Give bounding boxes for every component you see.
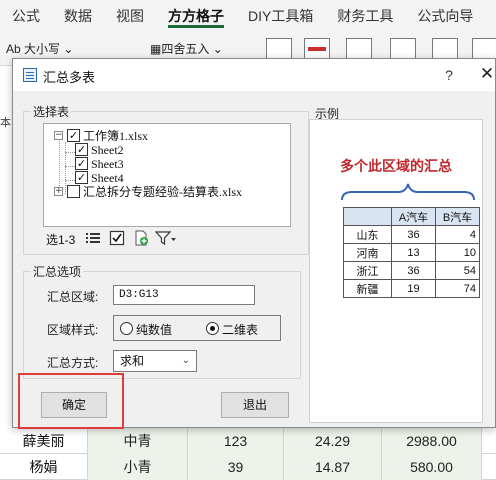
- table-cell[interactable]: 580.00: [382, 454, 482, 480]
- tree-item-sheet4[interactable]: Sheet4: [91, 171, 124, 185]
- checkbox-sheet2[interactable]: ✓: [75, 143, 88, 156]
- table-cell: 19: [391, 279, 436, 298]
- table-row: A汽车 B汽车: [343, 207, 480, 226]
- tree-connector: [65, 152, 75, 153]
- tree-item-sheet3[interactable]: Sheet3: [91, 157, 124, 171]
- round-button[interactable]: ▦四舍五入 ⌄: [150, 40, 223, 57]
- table-row: 杨娟 小青 39 14.87 580.00: [0, 454, 496, 480]
- table-row: 山东 36 4: [343, 225, 480, 244]
- table-cell: 新疆: [343, 279, 392, 298]
- tree-connector: [65, 142, 66, 194]
- table-cell: 10: [435, 243, 480, 262]
- collapse-icon[interactable]: −: [54, 131, 63, 140]
- font-case-button[interactable]: Ab 大小写 ⌄: [6, 40, 73, 57]
- ribbon-tab-bar: 公式 数据 视图 方方格子 DIY工具箱 财务工具 公式向导: [0, 0, 496, 32]
- table-cell[interactable]: 中青: [88, 428, 188, 454]
- method-label: 汇总方式:: [47, 356, 99, 370]
- table-cell: 74: [435, 279, 480, 298]
- radio-2d-table[interactable]: [206, 322, 219, 335]
- radio-2d-table-label[interactable]: 二维表: [222, 321, 258, 338]
- tab-diy-toolbox[interactable]: DIY工具箱: [236, 0, 325, 32]
- help-button[interactable]: ?: [439, 65, 459, 85]
- table-header-cell: [343, 207, 392, 226]
- options-label: 汇总选项: [31, 263, 84, 280]
- checkbox-sheet4[interactable]: ✓: [75, 171, 88, 184]
- radio-pure-values[interactable]: [120, 322, 133, 335]
- table-row: 薛美丽 中青 123 24.29 2988.00: [0, 428, 496, 454]
- table-row: 新疆 19 74: [343, 279, 480, 298]
- radio-pure-values-label[interactable]: 纯数值: [136, 321, 172, 338]
- table-cell[interactable]: 小青: [88, 454, 188, 480]
- brace-icon: [341, 183, 475, 201]
- table-cell[interactable]: 薛美丽: [0, 428, 88, 454]
- spreadsheet-rows: 薛美丽 中青 123 24.29 2988.00 杨娟 小青 39 14.87 …: [0, 428, 496, 480]
- range-input[interactable]: D3:G13: [113, 285, 255, 305]
- grid-icon: ▦: [150, 42, 162, 56]
- table-cell[interactable]: 39: [188, 454, 284, 480]
- filter-icon[interactable]: [155, 230, 177, 246]
- summary-dialog: 汇总多表 ? ✕ 选择表 − ✓ 工作簿1.xlsx ✓ Sheet2 ✓ Sh…: [12, 58, 496, 429]
- check-all-icon[interactable]: [109, 230, 125, 246]
- selection-count: 选1-3: [46, 233, 76, 247]
- chevron-down-icon: ⌄: [181, 355, 190, 366]
- example-table: A汽车 B汽车 山东 36 4 河南 13 10 浙江 36 54 新疆 19 …: [343, 207, 480, 298]
- table-cell[interactable]: 杨娟: [0, 454, 88, 480]
- table-header-cell: B汽车: [435, 207, 480, 226]
- dialog-titlebar[interactable]: 汇总多表 ? ✕: [13, 59, 495, 91]
- tree-item-sheet2[interactable]: Sheet2: [91, 143, 124, 157]
- add-file-icon[interactable]: [133, 230, 149, 246]
- summary-icon: [23, 68, 37, 82]
- table-cell: 36: [391, 261, 436, 280]
- select-table-label: 选择表: [31, 103, 72, 120]
- expand-icon[interactable]: +: [54, 187, 63, 196]
- table-cell: 浙江: [343, 261, 392, 280]
- example-title: 多个此区域的汇总: [340, 158, 452, 174]
- table-cell[interactable]: 123: [188, 428, 284, 454]
- checkbox-workbook1[interactable]: ✓: [67, 129, 80, 142]
- table-header-cell: A汽车: [391, 207, 436, 226]
- table-cell: 13: [391, 243, 436, 262]
- table-cell[interactable]: 2988.00: [382, 428, 482, 454]
- tab-finance-tools[interactable]: 财务工具: [325, 0, 405, 32]
- table-cell[interactable]: 14.87: [284, 454, 382, 480]
- tab-formulas[interactable]: 公式: [0, 0, 52, 32]
- range-label: 汇总区域:: [47, 290, 99, 304]
- table-row: 浙江 36 54: [343, 261, 480, 280]
- table-row: 河南 13 10: [343, 243, 480, 262]
- table-cell: 河南: [343, 243, 392, 262]
- tab-data[interactable]: 数据: [52, 0, 104, 32]
- tree-connector: [59, 136, 60, 188]
- table-cell[interactable]: 24.29: [284, 428, 382, 454]
- table-cell: 山东: [343, 225, 392, 244]
- checkbox-sheet3[interactable]: ✓: [75, 157, 88, 170]
- tree-item-workbook1[interactable]: 工作簿1.xlsx: [83, 129, 148, 143]
- chevron-down-icon: ⌄: [212, 42, 223, 56]
- table-cell: 36: [391, 225, 436, 244]
- method-select[interactable]: 求和 ⌄: [113, 350, 197, 372]
- tree-connector: [65, 180, 75, 181]
- ok-button[interactable]: 确定: [41, 392, 107, 418]
- table-cell: 4: [435, 225, 480, 244]
- style-radio-group: 纯数值 二维表: [113, 315, 281, 341]
- exit-button[interactable]: 退出: [221, 392, 289, 418]
- tab-fangfanggezi[interactable]: 方方格子: [156, 0, 236, 32]
- chevron-down-icon: ⌄: [63, 42, 74, 56]
- close-button[interactable]: ✕: [477, 63, 496, 85]
- tab-view[interactable]: 视图: [104, 0, 156, 32]
- tree-item-workbook2[interactable]: 汇总拆分专题经验-结算表.xlsx: [83, 185, 242, 199]
- sheet-tree[interactable]: − ✓ 工作簿1.xlsx ✓ Sheet2 ✓ Sheet3 ✓ Sheet4…: [43, 123, 291, 227]
- style-label: 区域样式:: [47, 323, 99, 337]
- tree-connector: [65, 166, 75, 167]
- checkbox-workbook2[interactable]: [67, 185, 80, 198]
- dialog-title: 汇总多表: [43, 70, 96, 85]
- tab-formula-wizard[interactable]: 公式向导: [405, 0, 485, 32]
- list-icon[interactable]: [85, 230, 101, 246]
- table-cell: 54: [435, 261, 480, 280]
